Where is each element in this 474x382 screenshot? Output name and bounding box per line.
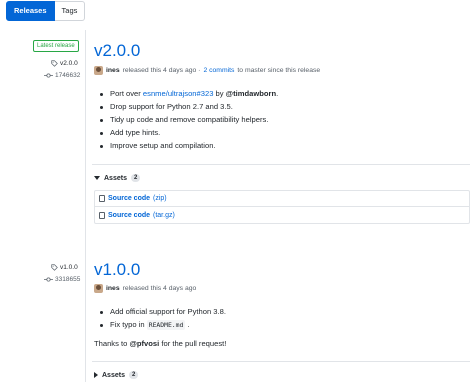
caret-down-icon xyxy=(94,176,100,180)
release-tag[interactable]: v2.0.0 xyxy=(51,60,78,67)
author-name[interactable]: ines xyxy=(106,285,120,292)
commit-icon xyxy=(44,277,53,282)
list-item: Drop support for Python 2.7 and 3.5. xyxy=(99,100,278,113)
assets-label: Assets xyxy=(102,371,125,379)
assets-label: Assets xyxy=(104,174,127,182)
release-meta: ines released this 4 days ago · 2 commit… xyxy=(94,66,320,75)
release-notes: Port over esnme/ultrajson#323 by @timdaw… xyxy=(99,87,279,152)
assets-toggle[interactable]: Assets 2 xyxy=(94,174,141,182)
tag-icon xyxy=(51,60,58,67)
assets-count: 2 xyxy=(130,174,141,182)
release-tabs: Releases Tags xyxy=(6,1,86,21)
avatar[interactable] xyxy=(94,66,103,75)
list-item: Fix typo in README.md . xyxy=(100,318,226,331)
divider xyxy=(92,361,470,362)
tab-tags[interactable]: Tags xyxy=(54,1,86,21)
user-mention[interactable]: @timdawborn xyxy=(226,89,276,98)
commit-sha: 3318655 xyxy=(55,276,81,283)
tag-name: v1.0.0 xyxy=(60,264,78,271)
asset-label[interactable]: Source code xyxy=(108,195,150,202)
released-text: released this 4 days ago xyxy=(122,285,197,292)
assets-count: 2 xyxy=(128,371,139,379)
user-mention[interactable]: @pfvosi xyxy=(129,339,159,348)
release-title[interactable]: v2.0.0 xyxy=(94,41,140,61)
release-title[interactable]: v1.0.0 xyxy=(94,260,140,280)
asset-ext[interactable]: (tar.gz) xyxy=(153,212,175,219)
assets-toggle[interactable]: Assets 2 xyxy=(94,371,139,379)
list-item: Port over esnme/ultrajson#323 by @timdaw… xyxy=(99,89,279,98)
tag-icon xyxy=(51,264,58,271)
asset-targz[interactable]: Source code (tar.gz) xyxy=(95,207,469,223)
thanks-text: Thanks to @pfvosi for the pull request! xyxy=(94,339,227,348)
released-text: released this 4 days ago · xyxy=(122,67,201,74)
pr-link[interactable]: esnme/ultrajson#323 xyxy=(143,89,214,98)
timeline-divider xyxy=(85,30,86,382)
asset-ext[interactable]: (zip) xyxy=(153,195,167,202)
commit-sha: 1746632 xyxy=(55,72,81,79)
caret-right-icon xyxy=(94,372,98,378)
release-notes: Add official support for Python 3.8. Fix… xyxy=(100,305,226,331)
inline-code: README.md xyxy=(146,320,186,330)
commit-icon xyxy=(44,73,53,78)
latest-release-badge: Latest release xyxy=(33,40,79,52)
release-commit[interactable]: 3318655 xyxy=(44,276,80,283)
list-item: Add type hints. xyxy=(99,126,278,139)
assets-list: Source code (zip) Source code (tar.gz) xyxy=(94,190,470,224)
asset-label[interactable]: Source code xyxy=(108,212,150,219)
author-name[interactable]: ines xyxy=(106,67,120,74)
commits-link[interactable]: 2 commits xyxy=(203,67,234,74)
avatar[interactable] xyxy=(94,284,103,293)
release-commit[interactable]: 1746632 xyxy=(44,72,80,79)
commits-suffix: to master since this release xyxy=(237,67,321,74)
tab-releases[interactable]: Releases xyxy=(6,1,55,21)
list-item: Improve setup and compilation. xyxy=(99,139,278,152)
file-zip-icon xyxy=(99,211,105,219)
list-item: Add official support for Python 3.8. xyxy=(100,307,226,316)
tag-name: v2.0.0 xyxy=(60,60,78,67)
release-tag[interactable]: v1.0.0 xyxy=(51,264,78,271)
file-zip-icon xyxy=(99,195,105,202)
release-meta: ines released this 4 days ago xyxy=(94,284,196,293)
asset-zip[interactable]: Source code (zip) xyxy=(95,191,469,207)
divider xyxy=(92,164,470,165)
list-item: Tidy up code and remove compatibility he… xyxy=(99,113,278,126)
